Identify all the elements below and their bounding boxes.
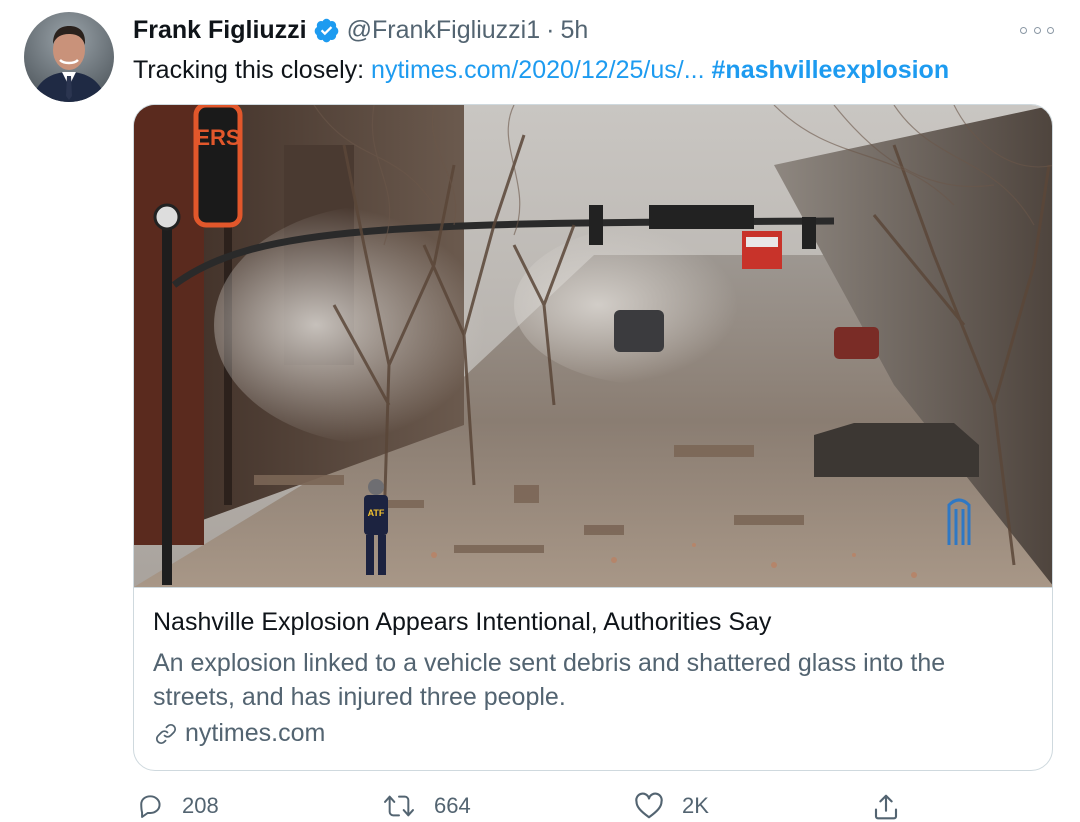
link-icon [155, 723, 177, 744]
share-icon [874, 794, 898, 820]
card-image[interactable]: ERS ATF [134, 105, 1053, 587]
link-card[interactable]: ERS ATF Nashville Explosion Appears Inte… [133, 104, 1053, 771]
card-domain: nytimes.com [153, 719, 325, 748]
author-handle[interactable]: @FrankFigliuzzi1 [347, 16, 540, 45]
retweet-button[interactable]: 664 [382, 792, 471, 820]
author-display-name[interactable]: Frank Figliuzzi [133, 16, 307, 45]
tweet-text: Tracking this closely: nytimes.com/2020/… [133, 54, 949, 86]
share-button[interactable] [871, 792, 901, 822]
tweet-text-prefix: Tracking this closely: [133, 56, 372, 84]
avatar[interactable] [24, 12, 114, 102]
tweet-header: Frank Figliuzzi @FrankFigliuzzi1 · 5h [133, 14, 588, 46]
reply-button[interactable]: 208 [136, 792, 219, 820]
card-description: An explosion linked to a vehicle sent de… [153, 649, 946, 711]
like-count: 2K [682, 793, 709, 818]
card-domain-text[interactable]: nytimes.com [185, 719, 325, 748]
tweet-link[interactable]: nytimes.com/2020/12/25/us/... [371, 56, 705, 84]
card-title[interactable]: Nashville Explosion Appears Intentional,… [153, 608, 771, 637]
vest-text: ATF [368, 508, 385, 518]
tweet-timestamp[interactable]: 5h [560, 16, 588, 45]
separator-dot: · [546, 15, 555, 44]
verified-badge-icon [314, 18, 338, 42]
like-button[interactable]: 2K [634, 792, 709, 820]
retweet-icon [384, 795, 414, 817]
more-options-icon[interactable] [1020, 22, 1054, 38]
avatar-photo [32, 26, 106, 102]
heart-icon [635, 792, 663, 819]
retweet-count: 664 [434, 793, 471, 818]
card-divider [134, 587, 1052, 588]
tweet-action-bar: 208 664 2K [0, 790, 1080, 821]
reply-icon [140, 795, 161, 818]
reply-count: 208 [182, 793, 219, 818]
hashtag-link[interactable]: #nashvilleexplosion [712, 56, 950, 84]
sign-letters: ERS [195, 125, 240, 150]
